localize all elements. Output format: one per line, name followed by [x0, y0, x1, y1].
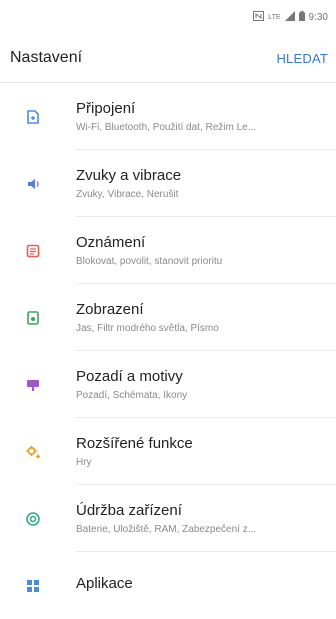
settings-item-texts: Pozadí a motivy Pozadí, Schémata, Ikony — [76, 351, 336, 418]
settings-item-apps[interactable]: Aplikace — [0, 552, 336, 619]
settings-item-subtitle: Wi-Fi, Bluetooth, Použití dat, Režim Le.… — [76, 121, 257, 133]
display-icon — [0, 310, 76, 326]
status-time: 9:30 — [308, 11, 328, 23]
connections-icon — [0, 109, 76, 125]
settings-item-texts: Připojení Wi-Fi, Bluetooth, Použití dat, … — [76, 83, 336, 150]
page-title: Nastavení — [10, 49, 83, 66]
settings-item-title: Pozadí a motivy — [76, 367, 183, 385]
search-button[interactable]: HLEDAT — [276, 51, 328, 66]
settings-item-texts: Zobrazení Jas, Filtr modrého světla, Písm… — [76, 284, 336, 351]
settings-item-connections[interactable]: Připojení Wi-Fi, Bluetooth, Použití dat, … — [0, 83, 336, 150]
settings-item-title: Připojení — [76, 99, 136, 117]
settings-item-wallpaper[interactable]: Pozadí a motivy Pozadí, Schémata, Ikony — [0, 351, 336, 418]
settings-list: Připojení Wi-Fi, Bluetooth, Použití dat, … — [0, 83, 336, 619]
settings-item-title: Aplikace — [76, 574, 133, 592]
app-bar: Nastavení HLEDAT — [0, 34, 336, 83]
settings-item-texts: Rozšířené funkce Hry — [76, 418, 336, 485]
settings-item-title: Rozšířené funkce — [76, 434, 193, 452]
signal-icon — [284, 10, 295, 24]
wallpaper-icon — [0, 377, 76, 393]
settings-item-title: Zobrazení — [76, 300, 144, 318]
settings-item-texts: Aplikace — [76, 552, 336, 619]
settings-item-sound[interactable]: Zvuky a vibrace Zvuky, Vibrace, Nerušit — [0, 150, 336, 217]
lte-icon: LTE — [268, 13, 281, 21]
settings-item-device-maintenance[interactable]: Údržba zařízení Baterie, Úložiště, RAM, Z… — [0, 485, 336, 552]
nfc-icon — [253, 10, 265, 24]
settings-item-texts: Údržba zařízení Baterie, Úložiště, RAM, Z… — [76, 485, 336, 552]
advanced-features-icon — [0, 444, 76, 460]
sound-icon — [0, 176, 76, 192]
settings-item-texts: Zvuky a vibrace Zvuky, Vibrace, Nerušit — [76, 150, 336, 217]
settings-item-title: Údržba zařízení — [76, 501, 182, 519]
settings-item-subtitle: Baterie, Úložiště, RAM, Zabezpečení z... — [76, 523, 257, 535]
status-bar: LTE 9:30 — [0, 0, 336, 34]
settings-item-display[interactable]: Zobrazení Jas, Filtr modrého světla, Písm… — [0, 284, 336, 351]
settings-item-advanced-features[interactable]: Rozšířené funkce Hry — [0, 418, 336, 485]
settings-item-texts: Oznámení Blokovat, povolit, stanovit prio… — [76, 217, 336, 284]
settings-item-subtitle: Pozadí, Schémata, Ikony — [76, 389, 188, 401]
settings-item-subtitle: Blokovat, povolit, stanovit prioritu — [76, 255, 223, 267]
settings-item-subtitle: Zvuky, Vibrace, Nerušit — [76, 188, 179, 200]
notifications-icon — [0, 243, 76, 259]
device-maintenance-icon — [0, 511, 76, 527]
settings-item-notifications[interactable]: Oznámení Blokovat, povolit, stanovit prio… — [0, 217, 336, 284]
settings-item-title: Zvuky a vibrace — [76, 166, 182, 184]
settings-item-subtitle: Jas, Filtr modrého světla, Písmo — [76, 322, 219, 334]
settings-item-subtitle: Hry — [76, 456, 92, 468]
battery-icon — [298, 10, 305, 24]
settings-item-title: Oznámení — [76, 233, 146, 251]
apps-icon — [0, 578, 76, 594]
